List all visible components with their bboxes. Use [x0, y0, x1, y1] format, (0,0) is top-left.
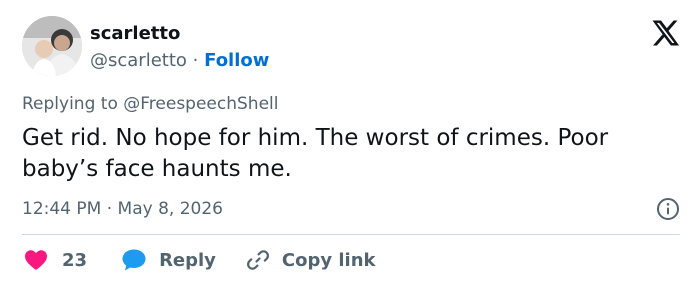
user-info: scarletto @scarletto · Follow	[90, 22, 269, 74]
like-count: 23	[62, 249, 88, 271]
reply-label: Reply	[159, 249, 216, 271]
like-button[interactable]: 23	[24, 249, 87, 271]
info-icon[interactable]	[656, 197, 680, 221]
display-name[interactable]: scarletto	[90, 22, 269, 46]
replying-to-handle[interactable]: @FreespeechShell	[123, 94, 278, 114]
reply-button[interactable]: Reply	[121, 248, 216, 272]
tweet-time: 12:44 PM	[22, 199, 102, 219]
speech-bubble-icon	[122, 249, 146, 271]
heart-icon	[25, 250, 47, 270]
divider	[22, 234, 680, 235]
follow-button[interactable]: Follow	[204, 50, 269, 71]
timestamp[interactable]: 12:44 PM · May 8, 2026	[22, 197, 223, 221]
date-separator: ·	[106, 199, 113, 219]
avatar-photo	[22, 16, 82, 76]
handle-separator: ·	[192, 50, 199, 71]
tweet-date: May 8, 2026	[117, 199, 223, 219]
action-bar: 23 Reply Copy link	[24, 247, 376, 273]
user-handle[interactable]: @scarletto	[90, 50, 187, 71]
handle-line: @scarletto · Follow	[90, 48, 269, 74]
copy-link-label: Copy link	[281, 249, 376, 271]
tweet-card: scarletto @scarletto · Follow Replying t…	[0, 0, 700, 287]
avatar[interactable]	[22, 16, 82, 76]
replying-prefix: Replying to	[22, 94, 118, 114]
replying-to: Replying to @FreespeechShell	[22, 93, 278, 115]
copy-link-button[interactable]: Copy link	[246, 248, 376, 272]
x-logo-icon[interactable]	[650, 18, 680, 48]
link-icon	[246, 250, 269, 270]
tweet-text: Get rid. No hope for him. The worst of c…	[22, 125, 609, 182]
